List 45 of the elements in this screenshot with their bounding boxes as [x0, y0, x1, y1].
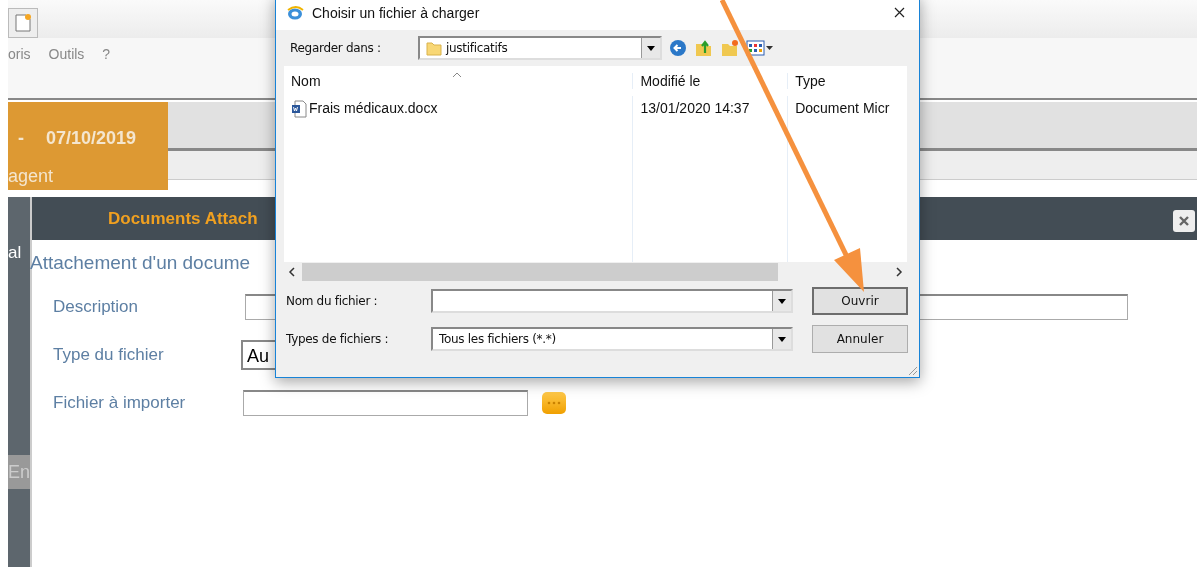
scroll-right-icon: [895, 267, 903, 277]
document-icon: [291, 100, 307, 118]
column-header[interactable]: Nom: [284, 73, 633, 89]
new-document-icon: [14, 13, 32, 33]
dropdown-field[interactable]: [431, 289, 793, 313]
back-icon: [668, 38, 688, 58]
resize-grip-icon: [906, 364, 918, 376]
scrollbar-thumb[interactable]: [302, 263, 778, 281]
date-text: 07/10/2019: [46, 128, 137, 149]
field-label: Type du fichier: [52, 345, 165, 365]
close-button[interactable]: [1173, 209, 1195, 232]
caret-icon: [778, 336, 786, 342]
field-label: Nom du fichier :: [286, 294, 379, 308]
up-folder-icon: [694, 38, 714, 58]
view-menu-icon: [746, 39, 774, 57]
field-label: Regarder dans :: [290, 41, 382, 55]
sort-caret-icon: [452, 73, 462, 78]
dots-icon: [547, 401, 561, 405]
field-label: Description: [52, 297, 140, 317]
caret-icon: [647, 45, 655, 51]
dropdown-field[interactable]: Tous les fichiers (*.*): [431, 327, 793, 351]
side-label: al: [8, 242, 23, 263]
close-icon: [893, 7, 905, 18]
browse-button[interactable]: [542, 392, 566, 414]
folder-dropdown[interactable]: justificatifs: [418, 36, 662, 60]
date-separator: -: [18, 128, 24, 149]
column-header[interactable]: Modifié le: [632, 73, 788, 89]
section-heading: Attachement d'un docume: [30, 252, 251, 274]
new-folder-icon: [720, 38, 740, 58]
scroll-left-icon: [288, 267, 296, 277]
file-field[interactable]: [243, 390, 528, 416]
column-header[interactable]: Type: [787, 73, 907, 89]
dropdown-value: justificatifs: [446, 41, 509, 55]
dialog-title: Choisir un fichier à charger: [312, 4, 481, 21]
field-label: Fichier à importer: [52, 393, 187, 413]
dropdown-value: Tous les fichiers (*.*): [439, 332, 557, 346]
cancel-button[interactable]: Annuler: [812, 325, 908, 353]
caret-icon: [778, 298, 786, 304]
file-name[interactable]: Frais médicaux.docx: [309, 100, 438, 116]
modal-title: Documents Attach: [107, 208, 258, 229]
panel-subtitle: agent: [8, 166, 54, 187]
close-icon: [1179, 215, 1189, 226]
folder-icon: [426, 40, 442, 56]
browser-icon: [286, 5, 304, 20]
open-button[interactable]: Ouvrir: [812, 287, 908, 315]
